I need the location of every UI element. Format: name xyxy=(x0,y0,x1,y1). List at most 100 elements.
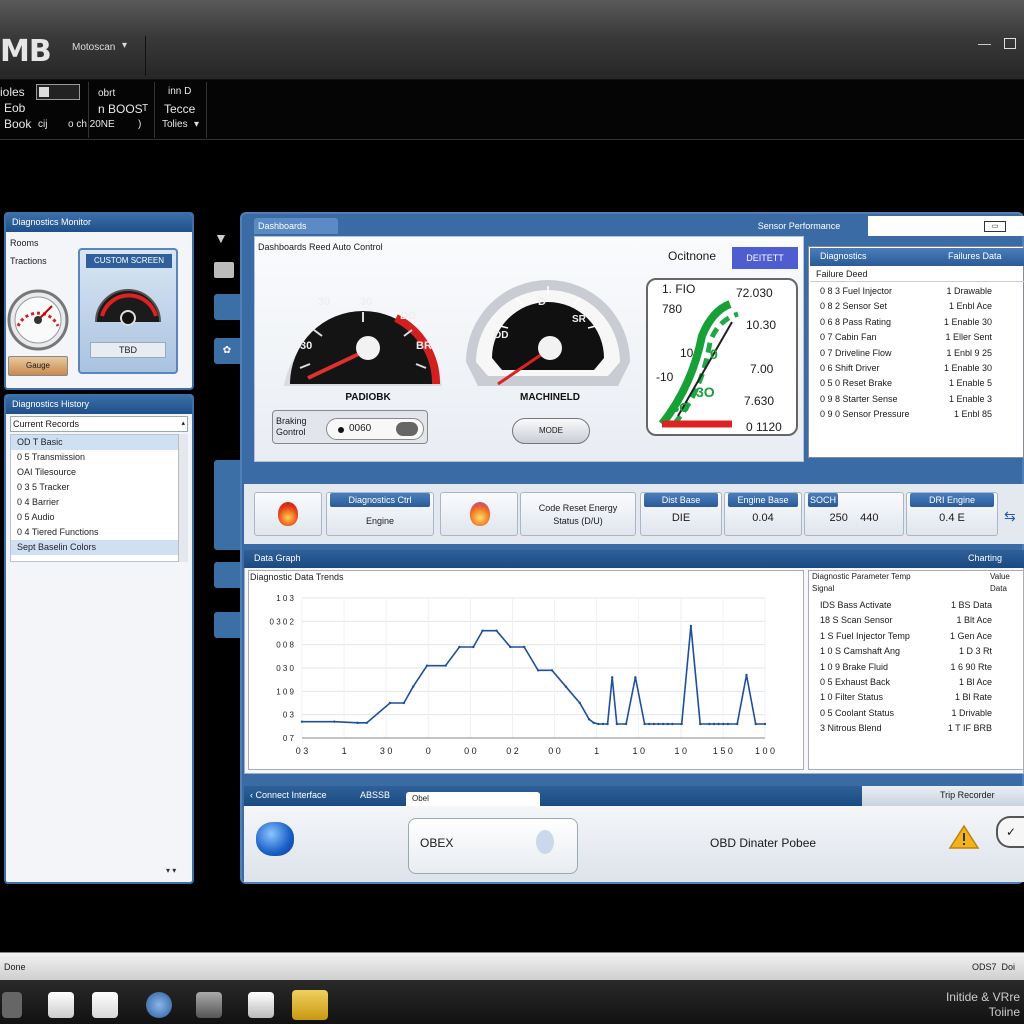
table-row[interactable]: 0 7 Cabin Fan 1 Eller Sent xyxy=(808,330,998,345)
chevron-down-icon[interactable]: ▴ xyxy=(181,417,185,431)
side-tab[interactable] xyxy=(214,562,240,588)
card-header: Diagnostics Ctrl xyxy=(330,493,430,507)
data-point xyxy=(458,645,461,649)
active-app-icon[interactable] xyxy=(292,990,328,1020)
scroll-down-icon[interactable]: ▾ ▾ xyxy=(166,866,176,875)
folder-icon[interactable] xyxy=(196,992,222,1018)
side-tab[interactable] xyxy=(214,294,240,320)
side-tab[interactable] xyxy=(214,262,234,278)
list-item[interactable]: 0 4 Barrier xyxy=(11,495,187,510)
card-value: DIE xyxy=(671,512,691,524)
card-label: Engine xyxy=(365,516,395,526)
x-tick-label: 0 3 xyxy=(296,746,309,756)
cell: 1 0 S Camshaft Ang xyxy=(820,646,901,657)
toolbar-item: T xyxy=(142,103,149,114)
list-item[interactable]: Sept Baselin Colors xyxy=(11,540,187,555)
table-row[interactable]: 0 8 3 Fuel Injector 1 Drawable xyxy=(808,284,998,299)
data-point xyxy=(425,664,429,667)
scrollbar[interactable] xyxy=(178,434,188,562)
online-button[interactable]: DEITETT xyxy=(732,247,798,269)
table-row[interactable]: 1 0 S Camshaft Ang 1 D 3 Rt xyxy=(808,644,998,659)
table-row[interactable]: 3 Nitrous Blend 1 T IF BRB xyxy=(808,721,998,736)
gauge-toggle-icon[interactable]: ✓ xyxy=(996,816,1024,848)
x-tick-label: 1 5 0 xyxy=(713,746,733,756)
list-item[interactable]: 0 5 Transmission xyxy=(11,450,187,465)
data-point xyxy=(648,722,651,726)
graph-header-right: Charting xyxy=(968,553,1003,563)
gauge-tick: 30 xyxy=(300,340,313,352)
table-row[interactable]: 0 6 Shift Driver 1 Enable 30 xyxy=(808,361,998,376)
toolbar-item[interactable]: inn D xyxy=(168,86,191,97)
table-row[interactable]: 1 S Fuel Injector Temp 1 Gen Ace xyxy=(808,629,998,644)
list-item[interactable]: OD T Basic xyxy=(11,435,187,450)
app-icon[interactable] xyxy=(248,992,274,1018)
toolbar-item[interactable]: obrt xyxy=(98,88,115,99)
start-icon[interactable] xyxy=(2,992,22,1018)
data-point xyxy=(444,664,447,667)
side-tab[interactable] xyxy=(214,612,240,638)
chevron-down-icon[interactable]: ▾ xyxy=(122,40,127,51)
arrow-icon[interactable]: ⇆ xyxy=(1004,508,1016,525)
tab-dashboards[interactable]: Dashboards xyxy=(254,218,338,234)
table-row[interactable]: 0 9 0 Sensor Pressure 1 Enbl 85 xyxy=(808,407,998,422)
custom-screen-title: CUSTOM SCREEN xyxy=(86,254,172,268)
data-point xyxy=(666,722,669,726)
toolbar-toggle[interactable] xyxy=(36,84,80,100)
toolbar-item[interactable]: ioles xyxy=(0,85,25,99)
window-button[interactable]: ▭ xyxy=(984,221,1006,232)
side-tab[interactable] xyxy=(214,460,240,550)
data-point xyxy=(736,722,739,726)
control-label-line: Gontrol xyxy=(276,427,306,437)
head-cell: Data xyxy=(990,584,1007,593)
maximize-icon[interactable] xyxy=(1004,38,1016,49)
list-item[interactable]: 0 4 Tiered Functions xyxy=(11,525,187,540)
toolbar-item[interactable]: Tecce xyxy=(164,102,195,116)
table-row[interactable]: 0 5 Coolant Status 1 Drivable xyxy=(808,706,998,721)
warning-icon[interactable] xyxy=(948,824,980,850)
browser-icon[interactable] xyxy=(146,992,172,1018)
document-icon[interactable] xyxy=(92,992,118,1018)
card-header: SOCH xyxy=(808,493,838,507)
list-item[interactable]: 0 3 5 Tracker xyxy=(11,480,187,495)
app-menu[interactable]: Motoscan xyxy=(72,42,115,53)
toolbar-item[interactable]: Tolies xyxy=(162,119,188,130)
switch-knob[interactable] xyxy=(396,422,418,436)
photos-icon[interactable] xyxy=(48,992,74,1018)
tachometer-gauge xyxy=(284,311,442,386)
gauge-button[interactable]: Gauge xyxy=(8,356,68,376)
cell: 1 0 Filter Status xyxy=(820,692,884,703)
data-point xyxy=(606,722,609,726)
cell: 0 5 Exhaust Back xyxy=(820,676,891,687)
table-row[interactable]: 0 8 2 Sensor Set 1 Enbl Ace xyxy=(808,299,998,314)
minimize-icon[interactable]: — xyxy=(978,36,991,51)
connect-tab[interactable]: ‹ Connect Interface xyxy=(250,790,327,800)
table-row[interactable]: 18 S Scan Sensor 1 Blt Ace xyxy=(808,613,998,628)
card-value: 0.04 xyxy=(752,512,774,524)
toolbar-item[interactable]: n BOOS xyxy=(98,102,143,116)
chevron-down-icon[interactable]: ▾ xyxy=(194,119,199,130)
list-item[interactable]: 0 5 Audio xyxy=(11,510,187,525)
connect-tab-2[interactable]: ABSSB xyxy=(360,790,390,800)
cell: 0 7 Cabin Fan xyxy=(820,332,877,343)
toolbar-item[interactable]: Eob xyxy=(4,101,25,115)
table-row[interactable]: 1 0 9 Brake Fluid 1 6 90 Rte xyxy=(808,660,998,675)
connect-field[interactable]: Obel xyxy=(406,792,540,806)
mode-button[interactable]: MODE xyxy=(512,418,590,444)
table-row[interactable]: IDS Bass Activate 1 BS Data xyxy=(808,598,998,613)
toolbar-item[interactable]: o ch 20NE xyxy=(68,119,115,130)
table-row[interactable]: 0 7 Driveline Flow 1 Enbl 9 25 xyxy=(808,346,998,361)
side-tab[interactable]: ✿ xyxy=(214,338,240,364)
table-row[interactable]: 0 5 Exhaust Back 1 Bl Ace xyxy=(808,675,998,690)
table-row[interactable]: 0 6 8 Pass Rating 1 Enable 30 xyxy=(808,315,998,330)
line-chart: 1 0 30 3 0 20 0 80 3 01 0 90 30 70 313 0… xyxy=(270,594,775,756)
collapse-icon[interactable]: ▼ xyxy=(214,230,228,246)
data-point xyxy=(523,645,526,649)
toolbar-item[interactable]: Book xyxy=(4,117,31,131)
table-row[interactable]: 1 0 Filter Status 1 Bl Rate xyxy=(808,690,998,705)
table-row[interactable]: 0 5 0 Reset Brake 1 Enable 5 xyxy=(808,376,998,391)
data-point xyxy=(671,722,674,726)
panel-title: Diagnostics Monitor xyxy=(6,214,192,232)
records-dropdown[interactable]: Current Records ▴ xyxy=(10,416,188,432)
list-item[interactable]: OAI Tilesource xyxy=(11,465,187,480)
table-row[interactable]: 0 9 8 Starter Sense 1 Enable 3 xyxy=(808,392,998,407)
